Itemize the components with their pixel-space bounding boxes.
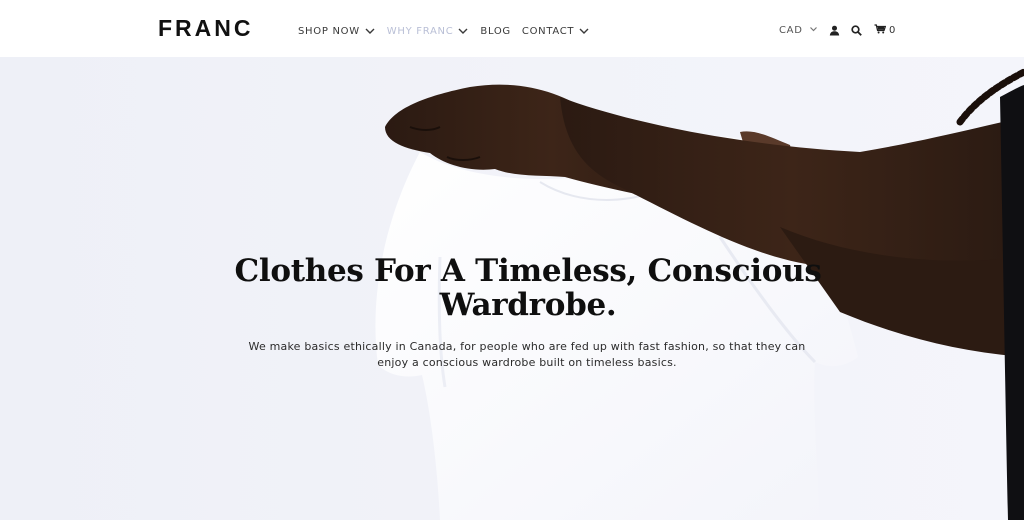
chevron-down-icon xyxy=(457,26,469,36)
main-nav: SHOP NOW WHY FRANC BLOG CONTACT xyxy=(298,24,601,38)
site-header: FRANC SHOP NOW WHY FRANC BLOG CONTACT CA… xyxy=(0,0,1024,57)
hero-subtext: We make basics ethically in Canada, for … xyxy=(248,340,806,369)
search-button[interactable] xyxy=(851,22,862,38)
hero-banner: Clothes For A Timeless, Conscious Wardro… xyxy=(0,57,1024,520)
currency-selector[interactable]: CAD xyxy=(779,22,818,38)
account-button[interactable] xyxy=(829,22,840,38)
nav-item-contact[interactable]: CONTACT xyxy=(522,26,590,37)
nav-item-why-franc[interactable]: WHY FRANC xyxy=(387,26,470,37)
nav-label: BLOG xyxy=(480,25,511,37)
nav-item-blog[interactable]: BLOG xyxy=(480,26,511,37)
cart-icon xyxy=(874,23,887,37)
search-icon xyxy=(851,21,862,40)
hero-headline: Clothes For A Timeless, Conscious Wardro… xyxy=(234,253,822,323)
currency-label: CAD xyxy=(779,24,803,36)
nav-label: CONTACT xyxy=(521,25,575,37)
chevron-down-icon xyxy=(578,26,590,36)
user-icon xyxy=(829,21,840,40)
cart-count: 0 xyxy=(889,24,896,36)
cart-button[interactable]: 0 xyxy=(874,22,895,38)
nav-label: WHY FRANC xyxy=(386,25,454,37)
chevron-down-icon xyxy=(364,26,376,36)
chevron-down-icon xyxy=(809,25,818,35)
nav-item-shop-now[interactable]: SHOP NOW xyxy=(298,26,376,37)
nav-label: SHOP NOW xyxy=(298,25,360,37)
brand-logo[interactable]: FRANC xyxy=(158,15,254,41)
